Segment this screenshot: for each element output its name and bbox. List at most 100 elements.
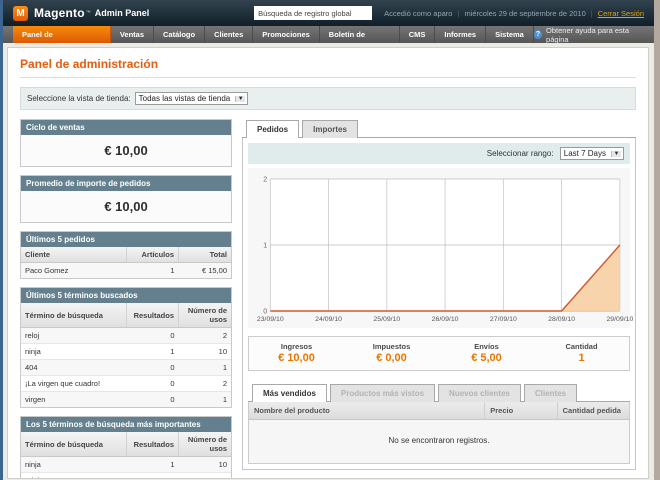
- term-cell: reloj: [21, 328, 126, 344]
- average-order-value: € 10,00: [21, 191, 231, 222]
- results-cell: 0: [126, 376, 179, 392]
- range-select[interactable]: Last 7 Days ▼: [560, 147, 624, 160]
- lifetime-sales-title: Ciclo de ventas: [21, 120, 231, 135]
- logo-suffix: Admin Panel: [95, 8, 150, 18]
- column-header: Artículos: [126, 247, 179, 263]
- column-header: Resultados: [126, 303, 179, 328]
- title-divider: [20, 77, 636, 78]
- nav-item-catalog[interactable]: Catálogo: [154, 26, 205, 43]
- svg-text:24/09/10: 24/09/10: [315, 316, 342, 323]
- nav-item-promotions[interactable]: Promociones: [253, 26, 320, 43]
- tab-customers[interactable]: Clientes: [524, 384, 577, 402]
- stat-label: Envíos: [439, 342, 534, 351]
- table-row[interactable]: ¡La virgen que cuadro! 0 2: [21, 376, 231, 392]
- svg-text:25/09/10: 25/09/10: [373, 316, 400, 323]
- nav-item-dashboard[interactable]: Panel de administración: [13, 26, 111, 43]
- svg-text:27/09/10: 27/09/10: [490, 316, 517, 323]
- column-header: Número de usos: [179, 432, 232, 457]
- results-cell: 1: [126, 344, 179, 360]
- term-cell: virgen: [21, 392, 126, 408]
- uses-cell: 2: [179, 473, 232, 480]
- table-row[interactable]: Paco Gomez 1 € 15,00: [21, 263, 231, 279]
- term-cell: 404: [21, 360, 126, 376]
- store-view-select[interactable]: Todas las vistas de tienda ▼: [135, 92, 249, 105]
- results-cell: 0: [126, 360, 179, 376]
- stat-shipping: Envíos € 5,00: [439, 337, 534, 370]
- stat-value: € 5,00: [439, 352, 534, 364]
- table-row[interactable]: ninja 1 10: [21, 344, 231, 360]
- orders-panel: Seleccionar rango: Last 7 Days ▼ 01223/0…: [242, 138, 636, 470]
- column-header: Término de búsqueda: [21, 303, 126, 328]
- total-cell: € 15,00: [179, 263, 232, 279]
- results-cell: 1: [126, 457, 179, 473]
- uses-cell: 1: [179, 392, 232, 408]
- main-nav: Panel de administración Ventas Catálogo …: [3, 26, 654, 43]
- magento-admin-window: M Magento ™ Admin Panel Accedió como apa…: [0, 0, 660, 480]
- table-row[interactable]: 404 0 1: [21, 360, 231, 376]
- uses-cell: 10: [179, 457, 232, 473]
- meta-separator: |: [591, 9, 593, 18]
- stat-tax: Impuestos € 0,00: [344, 337, 439, 370]
- last-orders-table: Cliente Artículos Total Paco Gomez 1 € 1…: [21, 247, 231, 278]
- column-header: Precio: [485, 402, 557, 420]
- table-row[interactable]: reloj 0 2: [21, 473, 231, 480]
- tab-most-viewed[interactable]: Productos más vistos: [330, 384, 435, 402]
- table-row[interactable]: ninja 1 10: [21, 457, 231, 473]
- nav-item-customers[interactable]: Clientes: [205, 26, 253, 43]
- orders-chart-area: 01223/09/1024/09/1025/09/1026/09/1027/09…: [248, 168, 630, 328]
- totals-row: Ingresos € 10,00 Impuestos € 0,00 Envíos…: [248, 336, 630, 371]
- average-order-title: Promedio de importe de pedidos: [21, 176, 231, 191]
- nav-item-sales[interactable]: Ventas: [111, 26, 154, 43]
- top-search-terms-title: Los 5 términos de búsqueda más important…: [21, 417, 231, 432]
- results-cell: 0: [126, 473, 179, 480]
- help-icon: ?: [534, 30, 542, 39]
- tab-amounts[interactable]: Importes: [302, 120, 358, 138]
- uses-cell: 2: [179, 376, 232, 392]
- range-label: Seleccionar rango:: [487, 149, 554, 158]
- tab-orders[interactable]: Pedidos: [246, 120, 299, 138]
- last-search-terms-title: Últimos 5 términos buscados: [21, 288, 231, 303]
- column-header: Número de usos: [179, 303, 232, 328]
- svg-text:0: 0: [263, 309, 267, 316]
- current-date: miércoles 29 de septiembre de 2010: [464, 9, 585, 18]
- nav-item-cms[interactable]: CMS: [400, 26, 436, 43]
- range-selector-bar: Seleccionar rango: Last 7 Days ▼: [248, 143, 630, 164]
- last-search-terms-table: Término de búsqueda Resultados Número de…: [21, 303, 231, 407]
- logout-link[interactable]: Cerrar Sesión: [598, 9, 644, 18]
- column-header: Resultados: [126, 432, 179, 457]
- lifetime-sales-value: € 10,00: [21, 135, 231, 166]
- empty-table-message: No se encontraron registros.: [249, 420, 630, 464]
- store-view-label: Seleccione la vista de tienda:: [27, 94, 131, 103]
- product-tabs: Más vendidos Productos más vistos Nuevos…: [248, 383, 630, 402]
- nav-item-system[interactable]: Sistema: [486, 26, 534, 43]
- session-info: Accedió como aparo | miércoles 29 de sep…: [384, 9, 644, 18]
- nav-item-newsletter[interactable]: Boletín de noticias: [320, 26, 400, 43]
- term-cell: reloj: [21, 473, 126, 480]
- table-row[interactable]: reloj 0 2: [21, 328, 231, 344]
- nav-item-reports[interactable]: Informes: [435, 26, 486, 43]
- get-help-link[interactable]: ? Obtener ayuda para esta página: [534, 26, 654, 43]
- term-cell: ninja: [21, 344, 126, 360]
- results-cell: 0: [126, 392, 179, 408]
- store-view-bar: Seleccione la vista de tienda: Todas las…: [20, 87, 636, 110]
- column-header: Nombre del producto: [249, 402, 485, 420]
- table-row[interactable]: virgen 0 1: [21, 392, 231, 408]
- tab-bestsellers[interactable]: Más vendidos: [252, 384, 327, 402]
- top-search-terms-box: Los 5 términos de búsqueda más important…: [20, 416, 232, 479]
- uses-cell: 1: [179, 360, 232, 376]
- logged-in-as: Accedió como aparo: [384, 9, 452, 18]
- dashboard-right-column: Pedidos Importes Seleccionar rango: Last…: [242, 119, 636, 479]
- global-search-input[interactable]: [254, 6, 372, 20]
- uses-cell: 10: [179, 344, 232, 360]
- stat-revenue: Ingresos € 10,00: [249, 337, 344, 370]
- column-header: Cantidad pedida: [557, 402, 629, 420]
- store-view-selected: Todas las vistas de tienda: [139, 94, 231, 103]
- tab-new-customers[interactable]: Nuevos clientes: [438, 384, 521, 402]
- top-header-bar: M Magento ™ Admin Panel Accedió como apa…: [3, 0, 654, 26]
- svg-text:1: 1: [263, 243, 267, 250]
- uses-cell: 2: [179, 328, 232, 344]
- results-cell: 0: [126, 328, 179, 344]
- term-cell: ¡La virgen que cuadro!: [21, 376, 126, 392]
- chart-tabs: Pedidos Importes: [242, 119, 636, 138]
- svg-text:29/09/10: 29/09/10: [606, 316, 633, 323]
